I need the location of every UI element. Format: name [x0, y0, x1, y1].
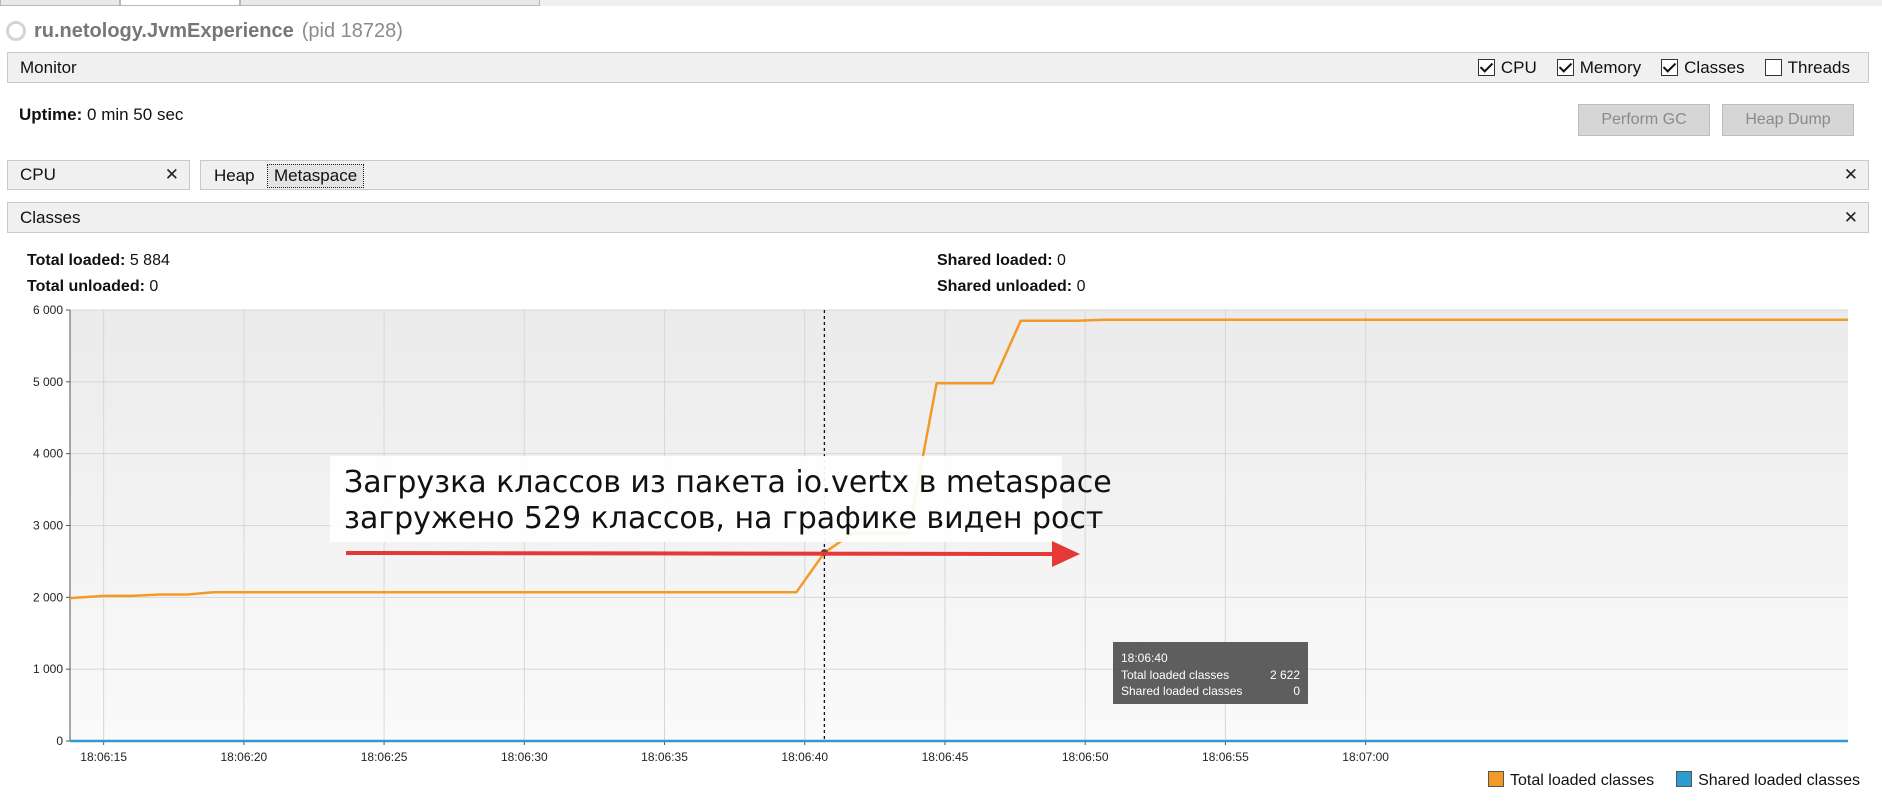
- window-tab[interactable]: [120, 0, 240, 6]
- stat-value: 0: [1057, 252, 1066, 269]
- close-icon[interactable]: ✕: [165, 165, 179, 185]
- cursor-point: [820, 549, 828, 557]
- checkbox-label: Memory: [1579, 57, 1642, 77]
- uptime-value: 0 min 50 sec: [87, 105, 184, 124]
- stat-label: Shared unloaded:: [937, 278, 1073, 295]
- annotation-line-2: загружено 529 классов, на графике виден …: [344, 501, 1103, 536]
- app-pid: (pid 18728): [301, 19, 403, 42]
- x-tick-label: 18:06:20: [221, 750, 268, 764]
- tooltip-row2-value: 0: [1293, 684, 1300, 698]
- checkbox-icon[interactable]: [1556, 59, 1574, 76]
- stat-value: 0: [149, 278, 159, 295]
- loading-icon: [6, 21, 26, 41]
- chart-tooltip: 18:06:40 Total loaded classes 2 622 Shar…: [1113, 642, 1308, 704]
- tab-cpu[interactable]: CPU: [20, 165, 56, 185]
- close-icon[interactable]: ✕: [1844, 208, 1858, 228]
- chart-legend: Total loaded classes Shared loaded class…: [1488, 771, 1860, 790]
- x-tick-label: 18:06:30: [501, 750, 548, 764]
- x-tick-label: 18:06:40: [781, 750, 828, 764]
- x-tick-label: 18:07:00: [1342, 750, 1389, 764]
- annotation-arrow-head: [1052, 541, 1080, 567]
- classes-stats-right: Shared loaded: 0 Shared unloaded: 0: [937, 248, 1085, 300]
- stat-label: Total loaded:: [27, 252, 126, 269]
- legend-swatch: [1676, 771, 1693, 787]
- y-tick-label: 5 000: [33, 375, 63, 389]
- checkbox-label: Classes: [1684, 57, 1745, 77]
- y-tick-label: 4 000: [33, 447, 63, 461]
- cpu-panel-header: CPU ✕: [7, 160, 190, 190]
- annotation-arrow-shaft: [345, 551, 1061, 556]
- window-tab[interactable]: [240, 0, 540, 6]
- app-name: ru.netology.JvmExperience: [34, 19, 294, 42]
- x-tick-label: 18:06:45: [922, 750, 969, 764]
- x-tick-label: 18:06:50: [1062, 750, 1109, 764]
- shared-unloaded-row: Shared unloaded: 0: [937, 274, 1085, 300]
- total-loaded-row: Total loaded: 5 884: [27, 248, 170, 274]
- series-line: [69, 318, 1848, 600]
- classes-title: Classes: [20, 207, 81, 227]
- y-tick-label: 2 000: [33, 590, 63, 604]
- checkbox-label: Threads: [1787, 57, 1850, 77]
- x-tick-label: 18:06:55: [1202, 750, 1249, 764]
- legend-label: Shared loaded classes: [1698, 772, 1860, 789]
- x-tick-label: 18:06:25: [361, 750, 408, 764]
- checkbox-icon[interactable]: [1661, 59, 1679, 76]
- tooltip-row1-label: Total loaded classes: [1121, 668, 1229, 682]
- classes-panel-header: Classes ✕: [7, 202, 1869, 233]
- checkbox-icon[interactable]: [1477, 59, 1495, 76]
- total-unloaded-row: Total unloaded: 0: [27, 274, 170, 300]
- tooltip-time: 18:06:40: [1121, 651, 1168, 665]
- checkbox-label: CPU: [1500, 57, 1537, 77]
- stat-value: 0: [1076, 278, 1086, 295]
- classes-stats-left: Total loaded: 5 884 Total unloaded: 0: [27, 248, 170, 300]
- close-icon[interactable]: ✕: [1844, 165, 1858, 185]
- tab-metaspace[interactable]: Metaspace: [267, 164, 365, 188]
- tooltip-row1-value: 2 622: [1270, 668, 1300, 682]
- perform-gc-button[interactable]: Perform GC: [1578, 104, 1710, 136]
- y-tick-label: 6 000: [33, 303, 63, 317]
- plot-background: [70, 310, 1848, 741]
- x-tick-label: 18:06:35: [641, 750, 688, 764]
- memory-panel-header: Heap Metaspace ✕: [200, 160, 1869, 190]
- legend-label: Total loaded classes: [1510, 772, 1655, 789]
- stat-label: Shared loaded:: [937, 252, 1053, 269]
- app-header: ru.netology.JvmExperience (pid 18728): [6, 16, 403, 46]
- tooltip-row2-label: Shared loaded classes: [1121, 684, 1242, 698]
- window-tab-strip: [0, 0, 1882, 6]
- shared-loaded-row: Shared loaded: 0: [937, 248, 1085, 274]
- y-tick-label: 3 000: [33, 519, 63, 533]
- heap-dump-button[interactable]: Heap Dump: [1722, 104, 1854, 136]
- legend-item-shared[interactable]: Shared loaded classes: [1676, 771, 1860, 790]
- checkbox-cpu[interactable]: CPU: [1477, 57, 1537, 78]
- legend-item-total[interactable]: Total loaded classes: [1488, 771, 1654, 790]
- annotation-line-1: Загрузка классов из пакета io.vertx в me…: [344, 465, 1112, 500]
- x-tick-label: 18:06:15: [80, 750, 127, 764]
- checkbox-icon[interactable]: [1764, 59, 1782, 76]
- tooltip-background: [1113, 642, 1308, 704]
- uptime-label: Uptime:: [19, 105, 83, 124]
- y-tick-label: 0: [56, 734, 63, 748]
- legend-swatch: [1488, 771, 1505, 787]
- chart-annotation: Загрузка классов из пакета io.vertx в me…: [330, 456, 1112, 567]
- tab-heap[interactable]: Heap: [214, 166, 255, 186]
- monitor-bar: Monitor CPU Memory Classes Threads: [7, 52, 1869, 83]
- stat-label: Total unloaded:: [27, 278, 145, 295]
- checkbox-classes[interactable]: Classes: [1661, 57, 1745, 78]
- uptime: Uptime: 0 min 50 sec: [19, 105, 183, 125]
- checkbox-threads[interactable]: Threads: [1764, 57, 1850, 78]
- annotation-background: [330, 456, 1062, 542]
- monitor-title: Monitor: [20, 57, 77, 77]
- window-tab[interactable]: [0, 0, 120, 6]
- y-tick-label: 1 000: [33, 662, 63, 676]
- checkbox-memory[interactable]: Memory: [1556, 57, 1642, 78]
- monitor-checkboxes: CPU Memory Classes Threads: [1477, 57, 1850, 78]
- stat-value: 5 884: [129, 252, 170, 269]
